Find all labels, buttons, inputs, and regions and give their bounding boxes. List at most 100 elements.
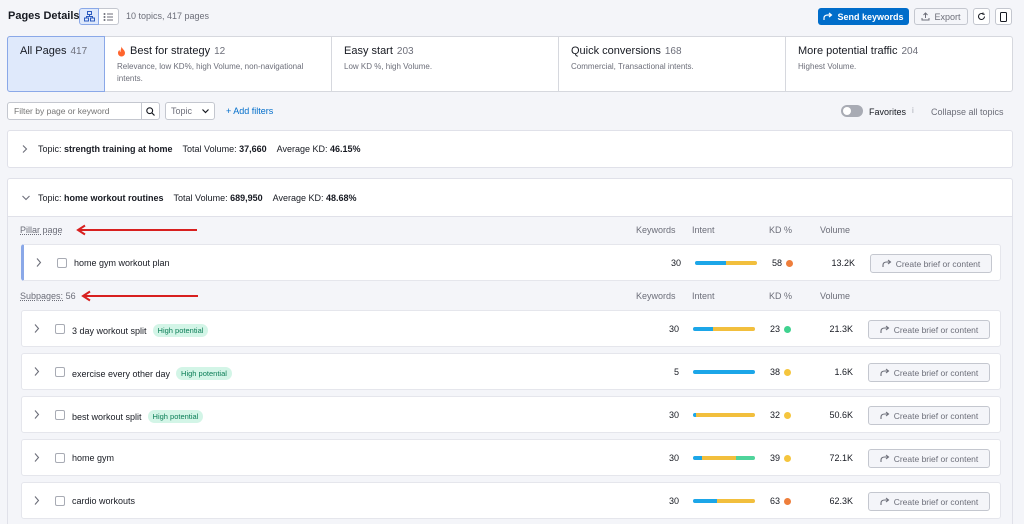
intent-segment (693, 499, 717, 503)
page-keyword-cell: cardio workouts (72, 496, 135, 506)
intent-bar (693, 327, 755, 331)
kd-value: 39 (770, 453, 781, 463)
intent-segment (693, 456, 703, 460)
chevron-right-icon[interactable] (34, 367, 40, 376)
send-keywords-button[interactable]: Send keywords (818, 8, 909, 25)
keywords-count[interactable]: 30 (632, 324, 679, 334)
topic-dropdown[interactable]: Topic (165, 102, 215, 120)
tab-quick-conversions[interactable]: Quick conversions 168 Commercial, Transac… (559, 37, 786, 91)
search-input[interactable] (8, 106, 141, 116)
tab-name: More potential traffic (798, 45, 898, 57)
row-checkbox[interactable] (55, 324, 65, 334)
page-keyword[interactable]: exercise every other day (72, 369, 170, 379)
intent-segment (716, 499, 755, 503)
kd-column-header: KD % (769, 225, 793, 235)
create-brief-button[interactable]: Create brief or content (870, 254, 992, 273)
add-filters-link[interactable]: + Add filters (226, 106, 273, 116)
intent-bar (693, 370, 755, 374)
tab-all-pages[interactable]: All Pages 417 (7, 36, 105, 92)
row-checkbox[interactable] (55, 453, 65, 463)
mobile-view-button[interactable] (995, 8, 1012, 25)
intent-segment (696, 413, 755, 417)
topic-card-expanded: Topic: home workout routines Total Volum… (7, 178, 1013, 524)
kd-value: 23 (770, 324, 781, 334)
subpage-row[interactable]: home gym 30 39 72.1K Create brief or content (21, 439, 1001, 476)
tab-name: Quick conversions (571, 45, 661, 57)
page-keyword[interactable]: cardio workouts (72, 496, 135, 506)
share-arrow-icon (823, 12, 833, 20)
kd-value: 58 (772, 258, 783, 268)
chevron-right-icon[interactable] (34, 453, 40, 462)
topic-volume-label: Total Volume: (173, 192, 228, 203)
create-brief-label: Create brief or content (893, 410, 979, 421)
share-arrow-icon (880, 368, 890, 376)
tab-count: 12 (214, 45, 226, 57)
annotation-arrow-icon (81, 290, 198, 302)
chevron-right-icon[interactable] (34, 324, 40, 333)
topic-kd: 46.15% (330, 144, 361, 154)
tab-count: 203 (396, 45, 414, 57)
kd-cell: 63 (770, 496, 792, 506)
favorites-toggle[interactable] (841, 105, 863, 117)
export-button[interactable]: Export (914, 8, 968, 25)
topic-kd-label: Average KD: (276, 144, 328, 154)
create-brief-button[interactable]: Create brief or content (868, 363, 990, 382)
row-checkbox[interactable] (55, 496, 65, 506)
keywords-count[interactable]: 5 (632, 367, 679, 377)
search-button[interactable] (141, 103, 159, 119)
page-keyword[interactable]: home gym workout plan (74, 258, 170, 268)
topic-volume-label: Total Volume: (182, 144, 237, 154)
kd-indicator (784, 325, 792, 333)
chevron-right-icon[interactable] (36, 258, 42, 267)
share-arrow-icon (880, 411, 890, 419)
subpage-row[interactable]: exercise every other day High potential 5 3… (21, 353, 1001, 390)
row-checkbox[interactable] (55, 367, 65, 377)
pillar-page-label: Pillar page (20, 225, 63, 235)
subpage-row[interactable]: cardio workouts 30 63 62.3K Create brief or … (21, 482, 1001, 519)
refresh-button[interactable] (973, 8, 990, 25)
create-brief-button[interactable]: Create brief or content (868, 320, 990, 339)
search-icon (146, 106, 155, 116)
tree-view-button[interactable] (79, 8, 99, 25)
topic-row-collapsed[interactable]: Topic: strength training at home Total V… (7, 130, 1013, 168)
intent-column-header: Intent (692, 291, 715, 301)
topic-pages-area: Pillar page Keywords Intent KD % Volume … (8, 217, 1012, 524)
create-brief-button[interactable]: Create brief or content (868, 449, 990, 468)
tab-name: All Pages (20, 45, 67, 57)
keywords-count[interactable]: 30 (632, 410, 679, 420)
intent-segment (726, 261, 757, 265)
share-arrow-icon (880, 497, 890, 505)
subpage-row[interactable]: 3 day workout split High potential 30 23 21.… (21, 310, 1001, 347)
list-view-button[interactable] (99, 8, 119, 25)
tab-easy-start[interactable]: Easy start 203 Low KD %, high Volume. (332, 37, 559, 91)
create-brief-button[interactable]: Create brief or content (868, 406, 990, 425)
topic-prefix: Topic: (38, 144, 62, 154)
page-keyword[interactable]: 3 day workout split (72, 326, 147, 336)
intent-bar (693, 456, 755, 460)
pillar-page-row[interactable]: home gym workout plan 30 58 13.2K Create bri… (21, 244, 1001, 281)
keywords-count[interactable]: 30 (632, 496, 679, 506)
chevron-right-icon[interactable] (34, 410, 40, 419)
intent-segment (702, 456, 737, 460)
page-title: Pages Details (8, 10, 80, 22)
row-checkbox[interactable] (55, 410, 65, 420)
page-keyword[interactable]: best workout split (72, 412, 142, 422)
kd-indicator (786, 259, 794, 267)
topic-row-expanded[interactable]: Topic: home workout routines Total Volum… (8, 179, 1012, 217)
kd-cell: 23 (770, 324, 792, 334)
intent-segment (693, 370, 755, 374)
chevron-right-icon[interactable] (34, 496, 40, 505)
collapse-all-topics-link[interactable]: Collapse all topics (931, 107, 1004, 117)
row-checkbox[interactable] (57, 258, 67, 268)
info-icon[interactable]: i (912, 106, 914, 115)
create-brief-button[interactable]: Create brief or content (868, 492, 990, 511)
tab-best-for-strategy[interactable]: Best for strategy 12 Relevance, low KD%, … (105, 37, 332, 91)
send-keywords-label: Send keywords (837, 11, 904, 22)
page-keyword[interactable]: home gym (72, 453, 114, 463)
share-arrow-icon (880, 325, 890, 333)
subpage-row[interactable]: best workout split High potential 30 32 50.6… (21, 396, 1001, 433)
keywords-count[interactable]: 30 (632, 453, 679, 463)
keywords-count[interactable]: 30 (634, 258, 681, 268)
tab-more-potential-traffic[interactable]: More potential traffic 204 Highest Volume… (786, 37, 1012, 91)
topic-kd-label: Average KD: (272, 192, 324, 203)
